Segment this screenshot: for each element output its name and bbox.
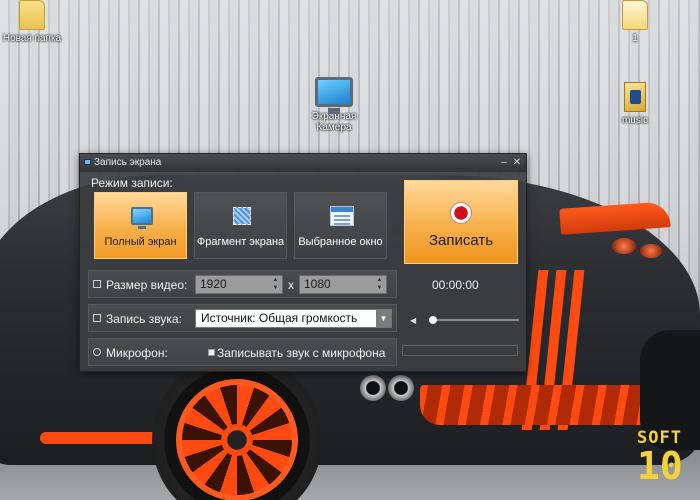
music-folder-icon — [624, 82, 646, 112]
volume-slider-thumb[interactable] — [429, 316, 437, 324]
mode-window-label: Выбранное окно — [298, 236, 383, 248]
car-rear-light — [612, 238, 636, 254]
mode-fullscreen-button[interactable]: Полный экран — [94, 192, 187, 259]
car-exhaust — [388, 375, 414, 401]
mode-window-button[interactable]: Выбранное окно — [294, 192, 387, 259]
chevron-down-icon[interactable]: ▼ — [376, 310, 391, 327]
microphone-row: Микрофон: Записывать звук с микрофона — [88, 338, 397, 366]
desktop-icon-new-folder[interactable]: Новая папка — [2, 0, 62, 44]
folder-icon — [622, 0, 648, 30]
video-width-value: 1920 — [200, 277, 227, 291]
record-button[interactable]: Записать — [404, 180, 518, 264]
folder-icon — [19, 0, 45, 30]
desktop-icon-label: 1 — [632, 33, 638, 44]
car-diffuser — [420, 385, 660, 425]
close-button[interactable]: ✕ — [511, 154, 523, 172]
speaker-icon: ◀ — [410, 316, 417, 325]
window-icon — [330, 206, 354, 226]
car-wheel-rim — [176, 379, 298, 500]
title-bar[interactable]: Запись экрана – ✕ — [80, 154, 526, 172]
spin-arrows-icon[interactable]: ▲ ▼ — [375, 276, 384, 293]
app-icon — [84, 159, 91, 165]
record-timer: 00:00:00 — [432, 278, 479, 292]
mode-fullscreen-label: Полный экран — [104, 236, 177, 248]
resize-icon — [93, 280, 101, 288]
video-height-input[interactable]: 1080 ▲ ▼ — [299, 275, 387, 294]
record-label: Записать — [428, 232, 494, 249]
microphone-checkbox-label[interactable]: Записывать звук с микрофона — [217, 346, 385, 360]
desktop-icon-screen-camera[interactable]: Экранная Камера — [302, 77, 366, 133]
microphone-checkbox[interactable] — [208, 349, 215, 356]
watermark-logo: SOFT 10 — [637, 428, 693, 490]
video-size-row: Размер видео: 1920 ▲ ▼ x 1080 ▲ ▼ — [88, 270, 397, 298]
monitor-icon — [131, 207, 153, 229]
spin-arrows-icon[interactable]: ▲ ▼ — [271, 276, 280, 293]
mode-fragment-label: Фрагмент экрана — [196, 236, 285, 248]
car-rear-light — [640, 244, 662, 258]
audio-source-select[interactable]: Источник: Общая громкость ▼ — [195, 309, 392, 328]
desktop-icon-label: music — [621, 115, 649, 126]
fragment-icon — [233, 207, 251, 225]
desktop-icon-label: Новая папка — [2, 33, 62, 44]
screen-record-window: Запись экрана – ✕ Режим записи: Полный э… — [79, 153, 527, 372]
video-size-label: Размер видео: — [106, 278, 188, 292]
audio-row: Запись звука: Источник: Общая громкость … — [88, 304, 397, 332]
record-icon — [450, 202, 472, 224]
monitor-icon — [315, 77, 353, 114]
minimize-button[interactable]: – — [498, 154, 510, 172]
audio-label: Запись звука: — [106, 312, 182, 326]
desktop-icon-music[interactable]: music — [610, 82, 660, 126]
record-mode-label: Режим записи: — [91, 176, 173, 190]
microphone-label: Микрофон: — [106, 346, 168, 360]
video-height-value: 1080 — [304, 277, 331, 291]
microphone-icon — [93, 348, 101, 356]
volume-slider-track[interactable] — [429, 319, 519, 321]
desktop-icon-label: Экранная Камера — [311, 111, 357, 133]
mode-fragment-button[interactable]: Фрагмент экрана — [194, 192, 287, 259]
car-exhaust — [360, 375, 386, 401]
audio-icon — [93, 314, 101, 322]
video-width-input[interactable]: 1920 ▲ ▼ — [195, 275, 283, 294]
microphone-level-meter — [402, 345, 518, 356]
audio-source-value: Источник: Общая громкость — [201, 311, 358, 325]
watermark-text-bottom: 10 — [637, 444, 683, 488]
size-separator: x — [288, 278, 294, 292]
window-title: Запись экрана — [94, 157, 162, 168]
desktop-icon-folder-1[interactable]: 1 — [610, 0, 660, 44]
